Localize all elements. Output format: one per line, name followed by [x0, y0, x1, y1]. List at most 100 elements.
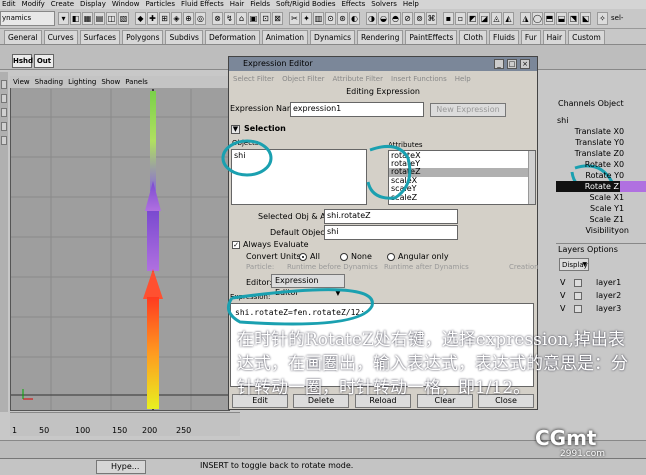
tab-0[interactable]: General — [4, 30, 42, 44]
shelf-button-hshd[interactable]: Hshd — [12, 54, 33, 68]
status-tool-icon[interactable]: ⊗ — [212, 12, 223, 25]
layer-color-swatch[interactable] — [574, 279, 582, 287]
viewport-menu-item[interactable]: Lighting — [68, 76, 96, 88]
status-tool-icon[interactable]: ◮ — [520, 12, 531, 25]
layers-menu[interactable]: Layers — [558, 245, 584, 254]
viewport-menu-item[interactable]: View — [13, 76, 30, 88]
channel-row[interactable]: Translate Y0 — [556, 137, 646, 148]
expression-menu-item[interactable]: Select Filter — [233, 73, 274, 85]
channel-row[interactable]: Visibility on — [556, 225, 646, 236]
channel-value[interactable]: 0 — [619, 159, 624, 170]
tab-13[interactable]: Hair — [542, 30, 567, 44]
layer-name[interactable]: layer1 — [596, 277, 621, 289]
status-tool-icon[interactable]: ◓ — [390, 12, 401, 25]
layer-row[interactable]: Vlayer2 — [556, 290, 646, 302]
move-tool-icon[interactable] — [1, 108, 7, 117]
channel-row[interactable]: Rotate X0 — [556, 159, 646, 170]
menu-item-11[interactable]: Solvers — [371, 0, 397, 9]
convert-none-radio[interactable] — [340, 253, 348, 261]
expression-name-field[interactable]: expression1 — [290, 102, 424, 117]
layer-name[interactable]: layer3 — [596, 303, 621, 315]
status-tool-icon[interactable]: ⬒ — [544, 12, 555, 25]
status-tool-icon[interactable]: ⬔ — [568, 12, 579, 25]
status-tool-icon[interactable]: ◩ — [467, 12, 478, 25]
convert-angular-radio[interactable] — [387, 253, 395, 261]
object-item[interactable]: shi — [232, 150, 366, 159]
status-tool-icon[interactable]: ✚ — [147, 12, 158, 25]
status-tool-icon[interactable]: ▤ — [94, 12, 105, 25]
menu-item-9[interactable]: Soft/Rigid Bodies — [276, 0, 335, 9]
select-tool-icon[interactable] — [1, 80, 7, 89]
status-tool-icon[interactable]: ◬ — [491, 12, 502, 25]
status-tool-icon[interactable]: ◒ — [378, 12, 389, 25]
status-tool-icon[interactable]: ⌂ — [236, 12, 247, 25]
status-tool-icon[interactable]: ▫ — [455, 12, 466, 25]
status-tool-icon[interactable]: ▾ — [58, 12, 69, 25]
status-tool-icon[interactable]: ▣ — [248, 12, 259, 25]
channel-row[interactable]: Rotate Y0 — [556, 170, 646, 181]
expression-menu-item[interactable]: Insert Functions — [391, 73, 447, 85]
layer-row[interactable]: Vlayer1 — [556, 277, 646, 289]
status-tool-icon[interactable]: ◭ — [503, 12, 514, 25]
status-tool-icon[interactable]: ▥ — [313, 12, 324, 25]
layer-display-dropdown[interactable]: Display ▼ — [559, 258, 589, 271]
status-tool-icon[interactable]: ◎ — [195, 12, 206, 25]
attributes-list[interactable]: rotateX rotateY rotateZ scaleX scaleY scaleZ — [388, 150, 536, 205]
menu-item-8[interactable]: Fields — [250, 0, 270, 9]
status-tool-icon[interactable]: ⬓ — [556, 12, 567, 25]
channel-row[interactable]: Translate Z0 — [556, 148, 646, 159]
mode-select[interactable]: ynamics — [0, 11, 55, 26]
channel-value[interactable]: 0 — [619, 170, 624, 181]
tab-2[interactable]: Surfaces — [79, 30, 121, 44]
tab-12[interactable]: Fur — [520, 30, 541, 44]
channel-value[interactable]: 1 — [619, 214, 624, 225]
editor-dropdown[interactable]: Expression Editor ▼ — [271, 274, 345, 297]
expression-menu-item[interactable]: Help — [455, 73, 471, 85]
status-tool-icon[interactable]: ◆ — [135, 12, 146, 25]
status-tool-icon[interactable]: ◑ — [366, 12, 377, 25]
tab-7[interactable]: Dynamics — [310, 30, 356, 44]
channels-menu[interactable]: Channels — [558, 99, 595, 108]
status-tool-icon[interactable]: ◐ — [349, 12, 360, 25]
channel-row[interactable]: Scale X1 — [556, 192, 646, 203]
rotate-tool-icon[interactable] — [1, 122, 7, 131]
channel-row[interactable]: Scale Z1 — [556, 214, 646, 225]
status-tool-icon[interactable]: ◯ — [532, 12, 543, 25]
layer-row[interactable]: Vlayer3 — [556, 303, 646, 315]
status-tool-icon[interactable]: ⊙ — [325, 12, 336, 25]
tab-8[interactable]: Rendering — [357, 30, 404, 44]
channel-value[interactable]: 1 — [619, 203, 624, 214]
objects-list[interactable]: shi — [231, 149, 367, 205]
menu-item-7[interactable]: Hair — [230, 0, 244, 9]
viewport-menu-item[interactable]: Show — [101, 76, 120, 88]
status-tool-icon[interactable]: ✧ — [597, 12, 608, 25]
layer-visibility-toggle[interactable]: V — [560, 277, 565, 289]
status-tool-icon[interactable]: ⊡ — [260, 12, 271, 25]
channel-value[interactable]: 0 — [619, 126, 624, 137]
status-tool-icon[interactable]: ⊠ — [272, 12, 283, 25]
scale-tool-icon[interactable] — [1, 136, 7, 145]
status-tool-icon[interactable]: ▪ — [443, 12, 454, 25]
status-tool-icon[interactable]: ◧ — [70, 12, 81, 25]
menu-item-10[interactable]: Effects — [341, 0, 365, 9]
status-tool-icon[interactable]: ◫ — [106, 12, 117, 25]
status-tool-icon[interactable]: ⌘ — [426, 12, 437, 25]
status-tool-icon[interactable]: ⬕ — [580, 12, 591, 25]
status-tool-icon[interactable]: ▦ — [82, 12, 93, 25]
layer-name[interactable]: layer2 — [596, 290, 621, 302]
lasso-tool-icon[interactable] — [1, 94, 7, 103]
tab-3[interactable]: Polygons — [122, 30, 164, 44]
status-tool-icon[interactable]: ↯ — [224, 12, 235, 25]
new-expression-button[interactable]: New Expression — [430, 103, 506, 117]
attributes-scrollbar[interactable] — [528, 151, 535, 204]
viewport-menu-item[interactable]: Panels — [125, 76, 148, 88]
maximize-icon[interactable]: □ — [507, 59, 517, 69]
always-evaluate-checkbox[interactable]: ✓ — [232, 241, 240, 249]
status-tool-icon[interactable]: ▧ — [118, 12, 129, 25]
tab-11[interactable]: Fluids — [489, 30, 519, 44]
collapse-triangle-icon[interactable]: ▼ — [231, 125, 240, 134]
menu-item-12[interactable]: Help — [403, 0, 419, 9]
tab-5[interactable]: Deformation — [204, 30, 260, 44]
channel-value[interactable]: 1 — [619, 192, 624, 203]
close-icon[interactable]: × — [520, 59, 530, 69]
